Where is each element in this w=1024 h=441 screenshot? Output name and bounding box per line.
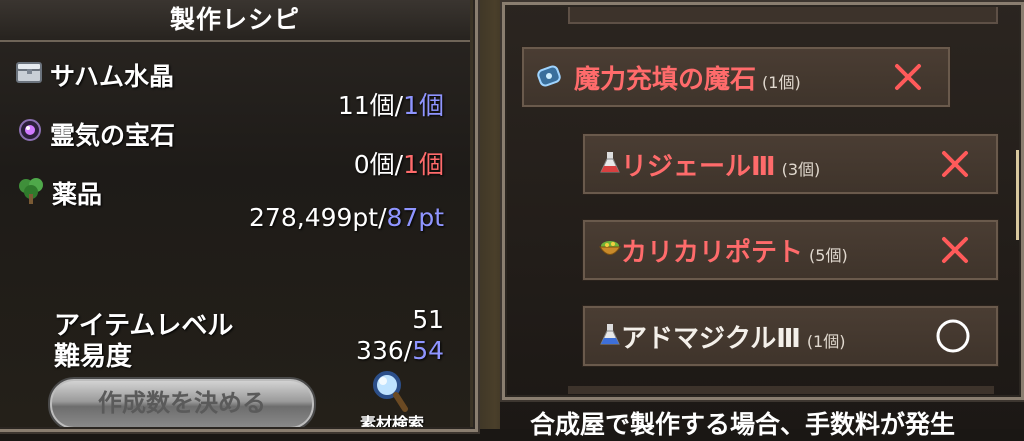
left-panel-frame	[0, 0, 478, 432]
fee-notice: 合成屋で製作する場合、手数料が発生	[530, 410, 956, 439]
right-panel-frame	[502, 2, 1024, 400]
